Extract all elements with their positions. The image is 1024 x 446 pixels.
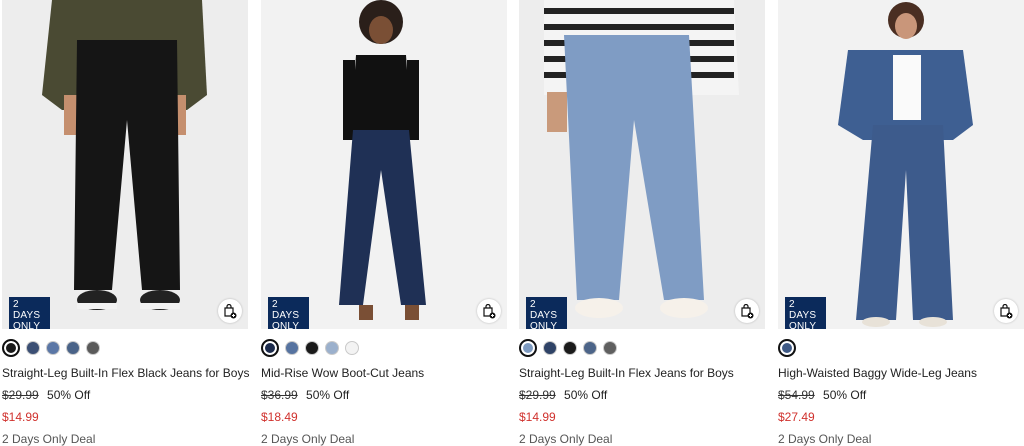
product-card[interactable]: 2 DAYS ONLY Straight-Leg Built-In Flex J… <box>519 0 765 446</box>
deal-label: 2 Days Only Deal <box>778 432 872 446</box>
add-to-bag-button[interactable] <box>218 299 242 323</box>
product-grid: 2 DAYS ONLY Straight-Leg Built-In Flex B… <box>0 0 1024 446</box>
color-swatch[interactable] <box>345 341 359 355</box>
product-photo-wide-leg-jeans <box>778 0 1024 329</box>
sale-price: $27.49 <box>778 410 815 424</box>
two-days-only-badge: 2 DAYS ONLY <box>526 297 567 329</box>
price-row: $29.99 50% Off <box>519 388 765 402</box>
original-price: $29.99 <box>519 388 556 402</box>
price-row: $29.99 50% Off <box>2 388 248 402</box>
product-photo-black-jeans <box>2 0 248 329</box>
product-title[interactable]: Straight-Leg Built-In Flex Jeans for Boy… <box>519 366 765 380</box>
product-title[interactable]: Mid-Rise Wow Boot-Cut Jeans <box>261 366 507 380</box>
product-card[interactable]: 2 DAYS ONLY Straight-Leg Built-In Flex B… <box>2 0 249 446</box>
color-swatch[interactable] <box>66 341 80 355</box>
original-price: $54.99 <box>778 388 815 402</box>
color-swatch[interactable] <box>285 341 299 355</box>
color-swatches <box>778 339 1024 357</box>
product-photo-bootcut-jeans <box>261 0 507 329</box>
add-to-bag-icon <box>741 303 754 318</box>
product-image[interactable]: 2 DAYS ONLY <box>519 0 765 329</box>
color-swatch[interactable] <box>563 341 577 355</box>
product-image[interactable]: 2 DAYS ONLY <box>261 0 507 329</box>
price-row: $36.99 50% Off <box>261 388 507 402</box>
sale-price: $18.49 <box>261 410 298 424</box>
add-to-bag-icon <box>483 303 496 318</box>
deal-label: 2 Days Only Deal <box>519 432 613 446</box>
color-swatches <box>2 339 248 357</box>
discount-label: 50% Off <box>306 388 350 402</box>
add-to-bag-button[interactable] <box>994 299 1018 323</box>
color-swatch[interactable] <box>325 341 339 355</box>
color-swatches <box>519 339 765 357</box>
product-image[interactable]: 2 DAYS ONLY <box>778 0 1024 329</box>
product-card[interactable]: 2 DAYS ONLY Mid-Rise Wow Boot-Cut Jeans … <box>261 0 507 446</box>
original-price: $36.99 <box>261 388 298 402</box>
color-swatch[interactable] <box>46 341 60 355</box>
color-swatch[interactable] <box>261 339 279 357</box>
add-to-bag-icon <box>224 303 237 318</box>
add-to-bag-button[interactable] <box>477 299 501 323</box>
color-swatch[interactable] <box>86 341 100 355</box>
price-row: $54.99 50% Off <box>778 388 1024 402</box>
sale-price: $14.99 <box>519 410 556 424</box>
original-price: $29.99 <box>2 388 39 402</box>
color-swatch[interactable] <box>543 341 557 355</box>
product-photo-light-jeans <box>519 0 765 329</box>
discount-label: 50% Off <box>564 388 608 402</box>
product-image[interactable]: 2 DAYS ONLY <box>2 0 248 329</box>
product-title[interactable]: Straight-Leg Built-In Flex Black Jeans f… <box>2 366 249 380</box>
color-swatch[interactable] <box>26 341 40 355</box>
color-swatch[interactable] <box>2 339 20 357</box>
color-swatch[interactable] <box>603 341 617 355</box>
sale-price: $14.99 <box>2 410 39 424</box>
discount-label: 50% Off <box>823 388 867 402</box>
two-days-only-badge: 2 DAYS ONLY <box>268 297 309 329</box>
deal-label: 2 Days Only Deal <box>2 432 96 446</box>
color-swatch[interactable] <box>519 339 537 357</box>
discount-label: 50% Off <box>47 388 91 402</box>
color-swatch[interactable] <box>778 339 796 357</box>
color-swatch[interactable] <box>305 341 319 355</box>
product-title[interactable]: High-Waisted Baggy Wide-Leg Jeans <box>778 366 1024 380</box>
color-swatches <box>261 339 507 357</box>
add-to-bag-button[interactable] <box>735 299 759 323</box>
two-days-only-badge: 2 DAYS ONLY <box>9 297 50 329</box>
two-days-only-badge: 2 DAYS ONLY <box>785 297 826 329</box>
deal-label: 2 Days Only Deal <box>261 432 355 446</box>
add-to-bag-icon <box>1000 303 1013 318</box>
color-swatch[interactable] <box>583 341 597 355</box>
product-card[interactable]: 2 DAYS ONLY High-Waisted Baggy Wide-Leg … <box>778 0 1024 446</box>
